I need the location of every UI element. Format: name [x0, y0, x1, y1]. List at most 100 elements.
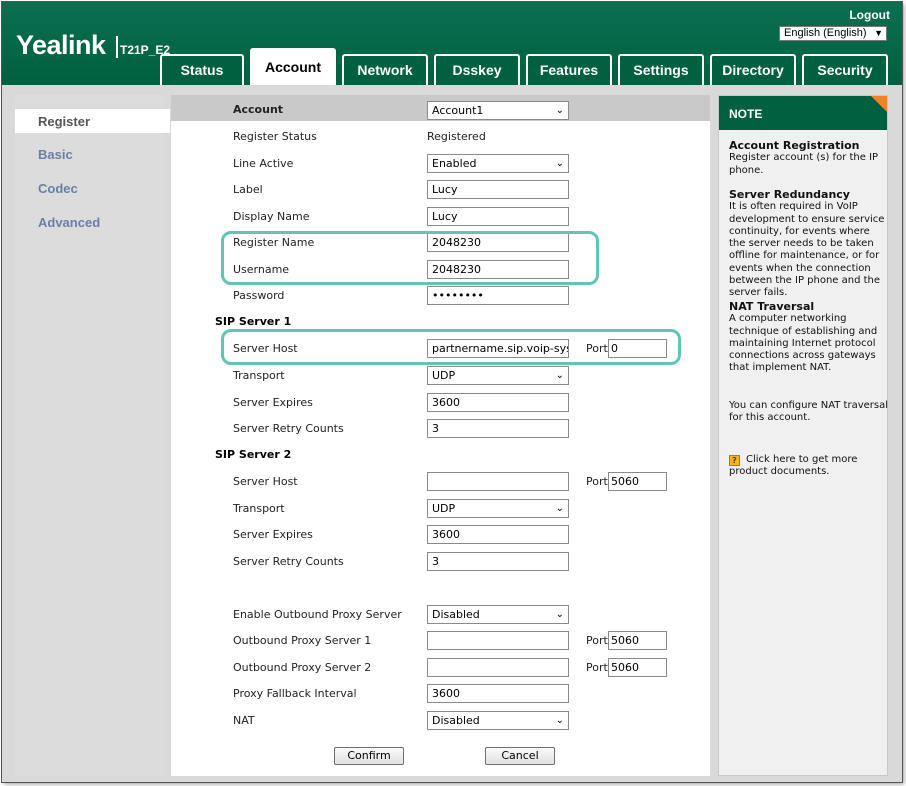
note-text: A computer networking technique of estab…: [729, 313, 878, 374]
outbound-port-2-label: Port: [586, 661, 608, 674]
server-expires-2-label: Server Expires: [233, 528, 313, 541]
confirm-button[interactable]: Confirm: [334, 747, 404, 765]
server-expires-2-input[interactable]: 3600: [427, 525, 569, 544]
note-text: Register account (s) for the IP phone.: [729, 152, 879, 176]
line-active-select[interactable]: Enabled ⌄: [427, 154, 569, 173]
language-select[interactable]: English (English) ▼: [779, 26, 887, 41]
outbound-proxy-1-label: Outbound Proxy Server 1: [233, 634, 372, 647]
outbound-proxy-2-label: Outbound Proxy Server 2: [233, 661, 372, 674]
chevron-down-icon: ⌄: [555, 370, 564, 381]
password-input[interactable]: ••••••••: [427, 286, 569, 305]
sip-server-1-heading: SIP Server 1: [215, 315, 292, 328]
chevron-down-icon: ⌄: [555, 503, 564, 514]
transport-2-select[interactable]: UDP ⌄: [427, 499, 569, 518]
chevron-down-icon: ⌄: [555, 715, 564, 726]
tab-security[interactable]: Security: [802, 54, 888, 85]
account-select-value: Account1: [432, 104, 484, 117]
highlight-register-credentials: [221, 231, 599, 285]
sidebar-item-label: Register: [38, 114, 91, 129]
note-documents-link[interactable]: ? Click here to get more product document…: [729, 454, 889, 479]
tab-account[interactable]: Account: [250, 48, 336, 85]
note-header: NOTE: [719, 96, 887, 130]
tab-dsskey[interactable]: Dsskey: [434, 54, 520, 85]
browser-frame: Yealink T21P_E2 Logout English (English)…: [2, 2, 902, 782]
outbound-proxy-enable-select[interactable]: Disabled ⌄: [427, 605, 569, 624]
display-name-input[interactable]: Lucy: [427, 207, 569, 226]
nat-select[interactable]: Disabled ⌄: [427, 711, 569, 730]
server-expires-1-label: Server Expires: [233, 396, 313, 409]
label-input[interactable]: Lucy: [427, 180, 569, 199]
account-label: Account: [233, 103, 284, 116]
note-heading: Account Registration: [729, 139, 860, 152]
note-heading: NAT Traversal: [729, 300, 815, 313]
outbound-proxy-enable-value: Disabled: [432, 608, 480, 621]
tab-settings[interactable]: Settings: [618, 54, 704, 85]
logout-link[interactable]: Logout: [849, 8, 890, 22]
server-retry-1-label: Server Retry Counts: [233, 422, 344, 435]
sidebar-item-advanced[interactable]: Advanced: [38, 215, 100, 230]
outbound-proxy-1-input[interactable]: [427, 631, 569, 650]
note-account-registration: Account Registration Register account (s…: [729, 139, 889, 177]
sip-server-2-heading: SIP Server 2: [215, 448, 292, 461]
top-header: Yealink T21P_E2 Logout English (English)…: [2, 2, 902, 85]
note-title: NOTE: [729, 107, 763, 121]
sidebar-item-codec[interactable]: Codec: [38, 181, 78, 196]
sidebar-item-basic[interactable]: Basic: [38, 147, 73, 162]
note-server-redundancy: Server Redundancy It is often required i…: [729, 188, 889, 300]
tab-status[interactable]: Status: [160, 54, 244, 85]
chevron-down-icon: ▼: [874, 28, 883, 38]
port-2-label: Port: [586, 475, 608, 488]
server-host-2-label: Server Host: [233, 475, 298, 488]
transport-2-value: UDP: [432, 502, 456, 515]
outbound-port-1-label: Port: [586, 634, 608, 647]
outbound-proxy-enable-label: Enable Outbound Proxy Server: [233, 608, 402, 621]
register-status-label: Register Status: [233, 130, 317, 143]
port-2-input[interactable]: 5060: [608, 472, 667, 491]
chevron-down-icon: ⌄: [555, 105, 564, 116]
transport-2-label: Transport: [233, 502, 285, 515]
transport-1-value: UDP: [432, 369, 456, 382]
outbound-port-1-input[interactable]: 5060: [608, 631, 667, 650]
brand-logo: Yealink: [16, 30, 106, 60]
note-nat-traversal: NAT Traversal A computer networking tech…: [729, 300, 889, 375]
sidebar-item-register[interactable]: Register: [15, 109, 170, 133]
server-retry-2-input[interactable]: 3: [427, 552, 569, 571]
outbound-proxy-2-input[interactable]: [427, 658, 569, 677]
account-select[interactable]: Account1 ⌄: [427, 101, 569, 120]
note-text: You can configure NAT traversal for this…: [729, 400, 889, 424]
document-icon: ?: [729, 455, 740, 466]
note-nat-config: You can configure NAT traversal for this…: [729, 400, 889, 425]
logo-separator: [116, 36, 118, 58]
tab-features[interactable]: Features: [526, 54, 612, 85]
outbound-port-2-input[interactable]: 5060: [608, 658, 667, 677]
server-host-2-input[interactable]: [427, 472, 569, 491]
chevron-down-icon: ⌄: [555, 158, 564, 169]
register-status-value: Registered: [427, 130, 486, 143]
cancel-button[interactable]: Cancel: [485, 747, 555, 765]
display-name-label: Display Name: [233, 210, 310, 223]
transport-1-select[interactable]: UDP ⌄: [427, 366, 569, 385]
tab-network[interactable]: Network: [342, 54, 428, 85]
proxy-fallback-label: Proxy Fallback Interval: [233, 687, 357, 700]
line-active-label: Line Active: [233, 157, 294, 170]
line-active-value: Enabled: [432, 157, 477, 170]
server-retry-1-input[interactable]: 3: [427, 419, 569, 438]
highlight-server-host: [221, 329, 681, 365]
proxy-fallback-input[interactable]: 3600: [427, 684, 569, 703]
sidebar: [15, 95, 164, 776]
nat-label: NAT: [233, 714, 255, 727]
note-panel: NOTE Account Registration Register accou…: [718, 95, 888, 776]
note-corner-decoration: [871, 96, 887, 112]
note-text: It is often required in VoIP development…: [729, 201, 885, 299]
documents-link-text[interactable]: Click here to get more product documents…: [729, 454, 857, 477]
transport-1-label: Transport: [233, 369, 285, 382]
nat-value: Disabled: [432, 714, 480, 727]
tab-directory[interactable]: Directory: [710, 54, 796, 85]
note-heading: Server Redundancy: [729, 188, 850, 201]
password-label: Password: [233, 289, 285, 302]
server-expires-1-input[interactable]: 3600: [427, 393, 569, 412]
chevron-down-icon: ⌄: [555, 609, 564, 620]
register-form: Account Account1 ⌄ Register Status Regis…: [171, 95, 710, 776]
language-value: English (English): [784, 27, 867, 39]
label-label: Label: [233, 183, 263, 196]
